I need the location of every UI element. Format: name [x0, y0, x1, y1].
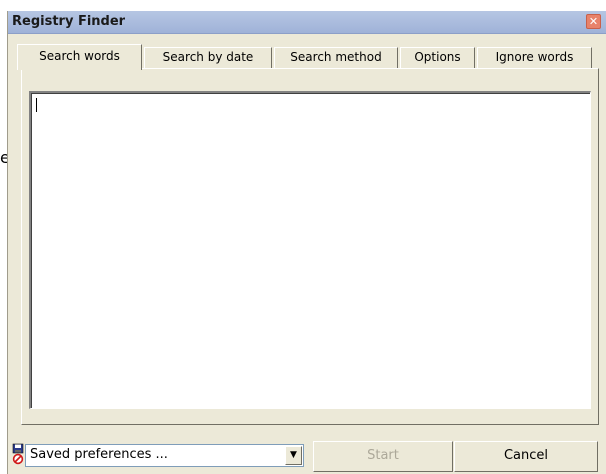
- tab-search-by-date[interactable]: Search by date: [144, 47, 272, 68]
- saved-preferences-value: Saved preferences ...: [30, 447, 168, 462]
- dropdown-button[interactable]: ▼: [285, 446, 302, 465]
- search-words-input[interactable]: [29, 91, 591, 409]
- bottom-bar: Saved preferences ... ▼ Start Cancel: [8, 430, 606, 474]
- saved-preferences-select[interactable]: Saved preferences ... ▼: [25, 444, 304, 467]
- saved-preferences-icon[interactable]: [12, 443, 24, 465]
- close-icon: ✕: [588, 15, 599, 28]
- title-bar[interactable]: Registry Finder ✕: [8, 11, 606, 34]
- tab-search-words[interactable]: Search words: [17, 44, 142, 70]
- chevron-down-icon: ▼: [290, 450, 297, 460]
- tab-options[interactable]: Options: [400, 47, 475, 68]
- tab-ignore-words[interactable]: Ignore words: [477, 47, 592, 68]
- cancel-button[interactable]: Cancel: [454, 441, 598, 472]
- close-button[interactable]: ✕: [586, 14, 601, 29]
- start-button[interactable]: Start: [313, 441, 453, 472]
- window-title: Registry Finder: [12, 14, 126, 29]
- text-caret: [36, 98, 37, 112]
- tab-search-method[interactable]: Search method: [274, 47, 398, 68]
- registry-finder-dialog: Registry Finder ✕ Search words Search by…: [7, 11, 606, 474]
